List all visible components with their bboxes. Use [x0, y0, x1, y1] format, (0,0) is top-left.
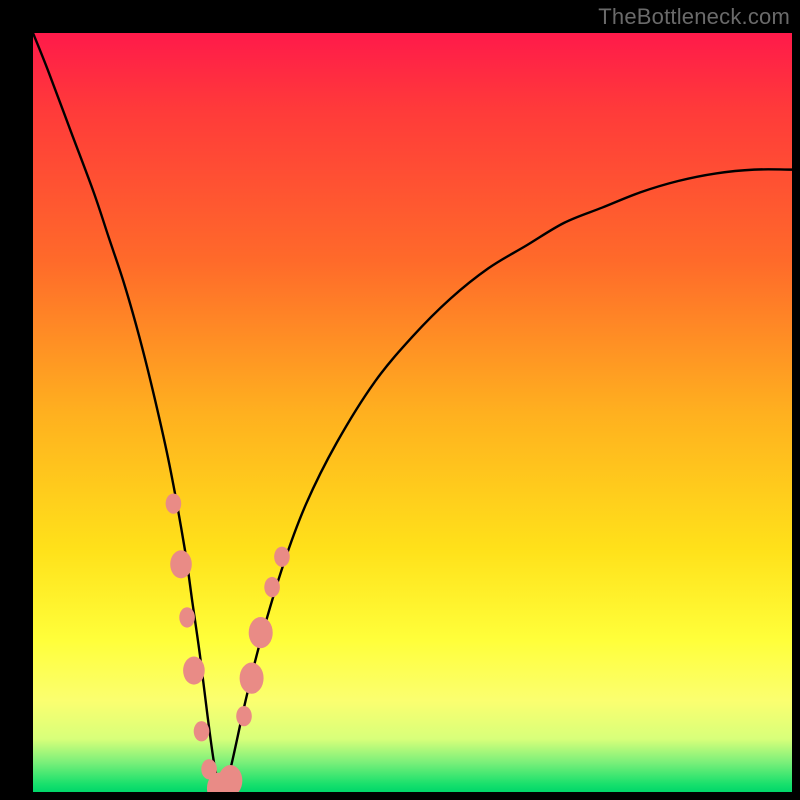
watermark-text: TheBottleneck.com — [598, 4, 790, 30]
marker-group — [166, 493, 290, 792]
plot-area — [33, 33, 792, 792]
marker-dot — [183, 657, 205, 685]
marker-dot — [240, 663, 264, 694]
marker-dot — [249, 617, 273, 648]
chart-stage: TheBottleneck.com — [0, 0, 800, 800]
marker-dot — [179, 607, 195, 627]
marker-dot — [264, 577, 280, 597]
marker-dot — [274, 547, 290, 567]
marker-dot — [236, 706, 252, 726]
marker-dot — [170, 550, 192, 578]
marker-dot — [194, 721, 210, 741]
bottleneck-curve-svg — [33, 33, 792, 792]
marker-dot — [166, 493, 182, 513]
bottleneck-curve — [33, 33, 792, 792]
marker-dot — [218, 765, 242, 792]
